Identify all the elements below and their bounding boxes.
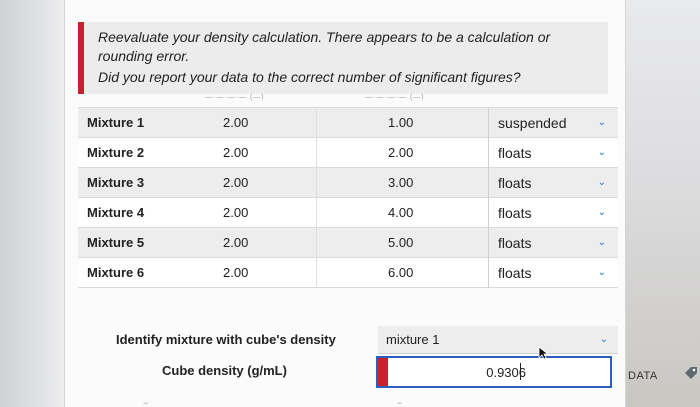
result-select[interactable]: floats ⌄ [488, 198, 616, 228]
chevron-down-icon[interactable]: ⌄ [598, 258, 606, 288]
result-select[interactable]: floats ⌄ [488, 228, 616, 258]
chevron-down-icon[interactable]: ⌄ [600, 326, 608, 354]
result-value: suspended [498, 115, 567, 131]
column-header-fragment-1: —·—·—·— (—) [205, 94, 265, 101]
cube-density-label: Cube density (g/mL) [162, 363, 287, 378]
cell-value-a: 2.00 [223, 265, 249, 280]
table-row: Mixture 6 2.00 6.00 floats ⌄ [78, 258, 618, 288]
cut-off-glyph: − [397, 398, 403, 407]
mixture-name: Mixture 3 [87, 175, 145, 190]
result-value: floats [498, 205, 532, 221]
chevron-down-icon[interactable]: ⌄ [598, 198, 606, 228]
cell-value-b: 6.00 [388, 265, 414, 280]
feedback-line-1: Reevaluate your density calculation. The… [98, 29, 551, 45]
cell-value-a: 2.00 [223, 145, 249, 160]
result-value: floats [498, 175, 532, 191]
column-divider [316, 108, 317, 286]
data-button[interactable]: DATA [624, 366, 676, 386]
chevron-down-icon[interactable]: ⌄ [598, 108, 606, 138]
result-select[interactable]: suspended ⌄ [488, 108, 616, 138]
error-indicator [378, 358, 388, 386]
mixture-name: Mixture 1 [87, 115, 145, 130]
mixture-name: Mixture 2 [87, 145, 145, 160]
cell-value-a: 2.00 [223, 235, 249, 250]
identify-mixture-label: Identify mixture with cube's density [116, 332, 336, 347]
cell-value-b: 3.00 [388, 175, 414, 190]
cell-value-b: 2.00 [388, 145, 414, 160]
table-row: Mixture 1 2.00 1.00 suspended ⌄ [78, 108, 618, 138]
result-value: floats [498, 235, 532, 251]
column-header-fragment-2: —·—·—·— (—) [365, 94, 425, 101]
result-select[interactable]: floats ⌄ [488, 138, 616, 168]
identify-mixture-value: mixture 1 [386, 332, 440, 347]
mixture-name: Mixture 4 [87, 205, 145, 220]
mixture-name: Mixture 6 [87, 265, 145, 280]
result-value: floats [498, 265, 532, 281]
background-left [0, 0, 64, 407]
mixture-name: Mixture 5 [87, 235, 145, 250]
feedback-line-3: Did you report your data to the correct … [98, 69, 521, 85]
column-header-remnants: —·—·—·— (—) —·—·—·— (—) [205, 94, 505, 102]
orange-object [626, 0, 700, 407]
table-row: Mixture 3 2.00 3.00 floats ⌄ [78, 168, 618, 198]
table-row: Mixture 2 2.00 2.00 floats ⌄ [78, 138, 618, 168]
result-value: floats [498, 145, 532, 161]
identify-mixture-select[interactable]: mixture 1 ⌄ [378, 326, 618, 354]
text-caret [520, 363, 521, 380]
cell-value-a: 2.00 [223, 205, 249, 220]
table-row: Mixture 4 2.00 4.00 floats ⌄ [78, 198, 618, 228]
cell-value-b: 5.00 [388, 235, 414, 250]
table-row: Mixture 5 2.00 5.00 floats ⌄ [78, 228, 618, 258]
cell-value-a: 2.00 [223, 175, 249, 190]
cell-value-b: 4.00 [388, 205, 414, 220]
feedback-line-2: rounding error. [98, 48, 190, 64]
cube-density-input[interactable] [392, 358, 608, 386]
cell-value-a: 2.00 [223, 115, 249, 130]
feedback-banner: Reevaluate your density calculation. The… [78, 22, 608, 94]
chevron-down-icon[interactable]: ⌄ [598, 168, 606, 198]
result-select[interactable]: floats ⌄ [488, 258, 616, 288]
cube-density-field[interactable] [376, 356, 612, 388]
cut-off-glyph: − [143, 398, 149, 407]
chevron-down-icon[interactable]: ⌄ [598, 138, 606, 168]
tag-icon[interactable] [684, 366, 698, 380]
mouse-pointer-icon [538, 346, 550, 360]
mixtures-table: Mixture 1 2.00 1.00 suspended ⌄ Mixture … [78, 107, 618, 288]
cell-value-b: 1.00 [388, 115, 414, 130]
chevron-down-icon[interactable]: ⌄ [598, 228, 606, 258]
result-select[interactable]: floats ⌄ [488, 168, 616, 198]
